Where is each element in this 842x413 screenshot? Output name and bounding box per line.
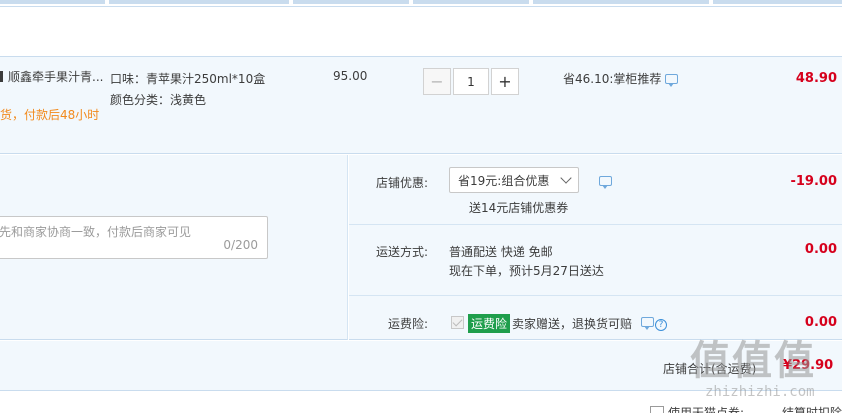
store-discount-row: 店铺优惠: 省19元:组合优惠 送14元店铺优惠券 -19.00: [349, 155, 842, 225]
header-segment: [0, 0, 105, 4]
points-checkbox[interactable]: [650, 406, 664, 413]
buyer-message-panel: 先和商家协商一致，付款后商家可见 0/200: [0, 155, 348, 340]
order-options-panel: 店铺优惠: 省19元:组合优惠 送14元店铺优惠券 -19.00 运送方式: 普…: [349, 155, 842, 340]
insurance-checkbox[interactable]: [451, 316, 464, 329]
decrease-quantity-button[interactable]: −: [423, 68, 451, 95]
store-discount-selected: 省19元:组合优惠: [458, 173, 550, 188]
shipping-promise-note: 货，付款后48小时: [0, 108, 100, 122]
product-title-link[interactable]: 顺鑫牵手果汁青...: [0, 68, 103, 85]
watermark-domain: zhizhizhi.com: [705, 384, 815, 400]
table-header-strip: [0, 0, 842, 7]
item-discount: 省46.10:掌柜推荐: [563, 70, 679, 87]
shipping-amount: 0.00: [804, 242, 837, 257]
shipping-method-label: 运送方式:: [375, 245, 428, 259]
points-label: 使用天猫点券:: [668, 406, 745, 413]
chat-icon[interactable]: [641, 317, 654, 330]
watermark-logo: 值值值: [690, 338, 816, 384]
sku-color: 颜色分类：浅黄色: [110, 93, 207, 107]
header-segment: [109, 0, 289, 4]
item-subtotal: 48.90: [795, 71, 837, 86]
order-item-row: 顺鑫牵手果汁青... 货，付款后48小时 口味：青苹果汁250ml*10盒 颜色…: [0, 56, 842, 154]
quantity-stepper: − 1 +: [423, 68, 519, 95]
shipping-method-row: 运送方式: 普通配送 快递 免邮 现在下单，预计5月27日送达 0.00: [349, 226, 842, 296]
coupon-note: 送14元店铺优惠券: [469, 201, 569, 215]
store-discount-select[interactable]: 省19元:组合优惠: [449, 167, 579, 193]
item-discount-text: 省46.10:掌柜推荐: [563, 72, 662, 86]
buyer-message-input[interactable]: 先和商家协商一致，付款后商家可见 0/200: [0, 216, 268, 259]
header-segment: [533, 0, 709, 4]
shipping-method-text: 普通配送 快递 免邮: [449, 245, 553, 259]
header-segment: [293, 0, 409, 4]
insurance-text: 卖家赠送，退换货可赔: [512, 317, 633, 331]
header-segment: [413, 0, 529, 4]
quantity-input[interactable]: 1: [453, 68, 489, 95]
insurance-badge: 运费险: [468, 314, 511, 333]
points-note: 结算时扣除: [782, 406, 842, 413]
unit-price: 95.00: [333, 69, 368, 83]
store-discount-label: 店铺优惠:: [375, 176, 428, 190]
message-placeholder: 先和商家协商一致，付款后商家可见: [0, 225, 192, 239]
chat-icon[interactable]: [599, 176, 612, 189]
title-bar-icon: [0, 71, 3, 82]
shipping-eta: 现在下单，预计5月27日送达: [449, 264, 604, 278]
product-title-text[interactable]: 顺鑫牵手果汁青...: [8, 70, 103, 84]
header-segment: [713, 0, 842, 4]
sku-flavor: 口味：青苹果汁250ml*10盒: [110, 72, 266, 86]
increase-quantity-button[interactable]: +: [491, 68, 519, 95]
insurance-icons: ?: [641, 315, 667, 331]
chevron-down-icon: [560, 172, 572, 184]
chat-icon[interactable]: [665, 74, 679, 87]
help-icon[interactable]: ?: [655, 319, 667, 331]
message-char-count: 0/200: [223, 238, 258, 252]
store-discount-amount: -19.00: [790, 174, 837, 189]
freight-insurance-label: 运费险:: [387, 317, 428, 331]
